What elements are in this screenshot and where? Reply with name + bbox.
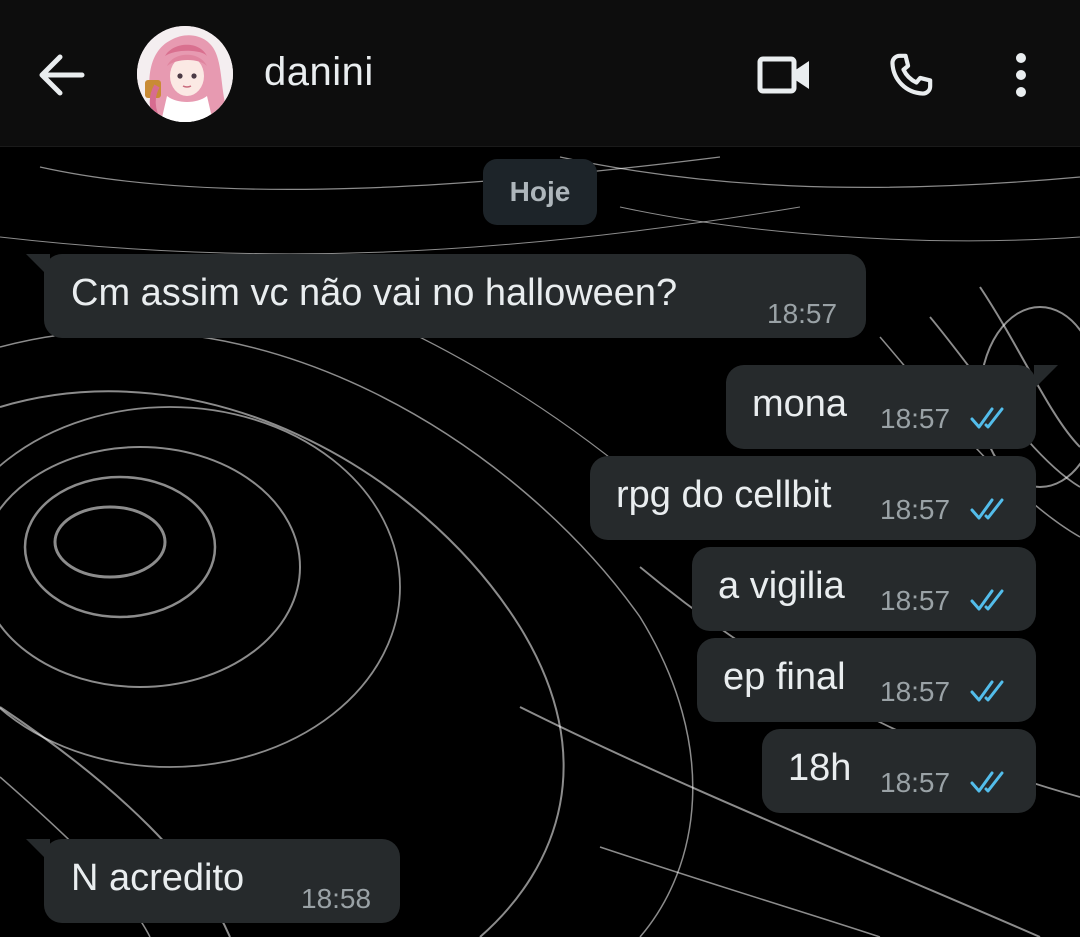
back-button[interactable]	[30, 45, 94, 105]
outgoing-message[interactable]: mona 18:57	[726, 365, 1036, 449]
outgoing-message[interactable]: rpg do cellbit 18:57	[590, 456, 1036, 540]
double-check-read-icon	[970, 407, 1004, 429]
message-time: 18:58	[301, 883, 372, 914]
video-call-button[interactable]	[754, 44, 816, 106]
message-time: 18:57	[880, 676, 951, 707]
double-check-read-icon	[970, 498, 1004, 520]
message-time: 18:57	[880, 403, 951, 434]
outgoing-message[interactable]: a vigilia 18:57	[692, 547, 1036, 631]
voice-call-button[interactable]	[880, 44, 942, 106]
message-time: 18:57	[767, 298, 838, 329]
date-divider: Hoje	[483, 159, 597, 225]
message-text: ep final	[723, 656, 846, 698]
double-check-read-icon	[970, 680, 1004, 702]
arrow-left-icon	[39, 54, 85, 96]
double-check-read-icon	[970, 771, 1004, 793]
video-camera-icon	[757, 56, 809, 94]
more-options-button[interactable]	[990, 44, 1052, 106]
avatar[interactable]	[137, 26, 233, 122]
contact-name[interactable]: danini	[264, 50, 374, 95]
outgoing-message[interactable]: ep final 18:57	[697, 638, 1036, 722]
message-text: mona	[752, 383, 848, 425]
double-check-read-icon	[970, 589, 1004, 611]
message-text: rpg do cellbit	[616, 474, 832, 516]
message-text: N acredito	[71, 857, 245, 899]
message-text: 18h	[788, 747, 852, 789]
chat-header: danini	[0, 0, 1080, 147]
message-text: Cm assim vc não vai no halloween?	[71, 272, 678, 314]
outgoing-message[interactable]: 18h 18:57	[762, 729, 1036, 813]
outgoing-bubble-tail	[1034, 365, 1058, 389]
avatar-image	[137, 26, 233, 122]
more-vertical-icon	[1016, 53, 1026, 97]
incoming-message[interactable]: Cm assim vc não vai no halloween? 18:57	[44, 254, 866, 338]
message-time: 18:57	[880, 767, 951, 798]
chat-screen: danini Hoje Cm assim vc não vai no hallo…	[0, 0, 1080, 937]
message-time: 18:57	[880, 494, 951, 525]
message-list[interactable]: Hoje Cm assim vc não vai no halloween? 1…	[0, 147, 1080, 937]
message-time: 18:57	[880, 585, 951, 616]
phone-icon	[890, 53, 933, 96]
message-text: a vigilia	[718, 565, 845, 607]
incoming-message[interactable]: N acredito 18:58	[44, 839, 400, 923]
